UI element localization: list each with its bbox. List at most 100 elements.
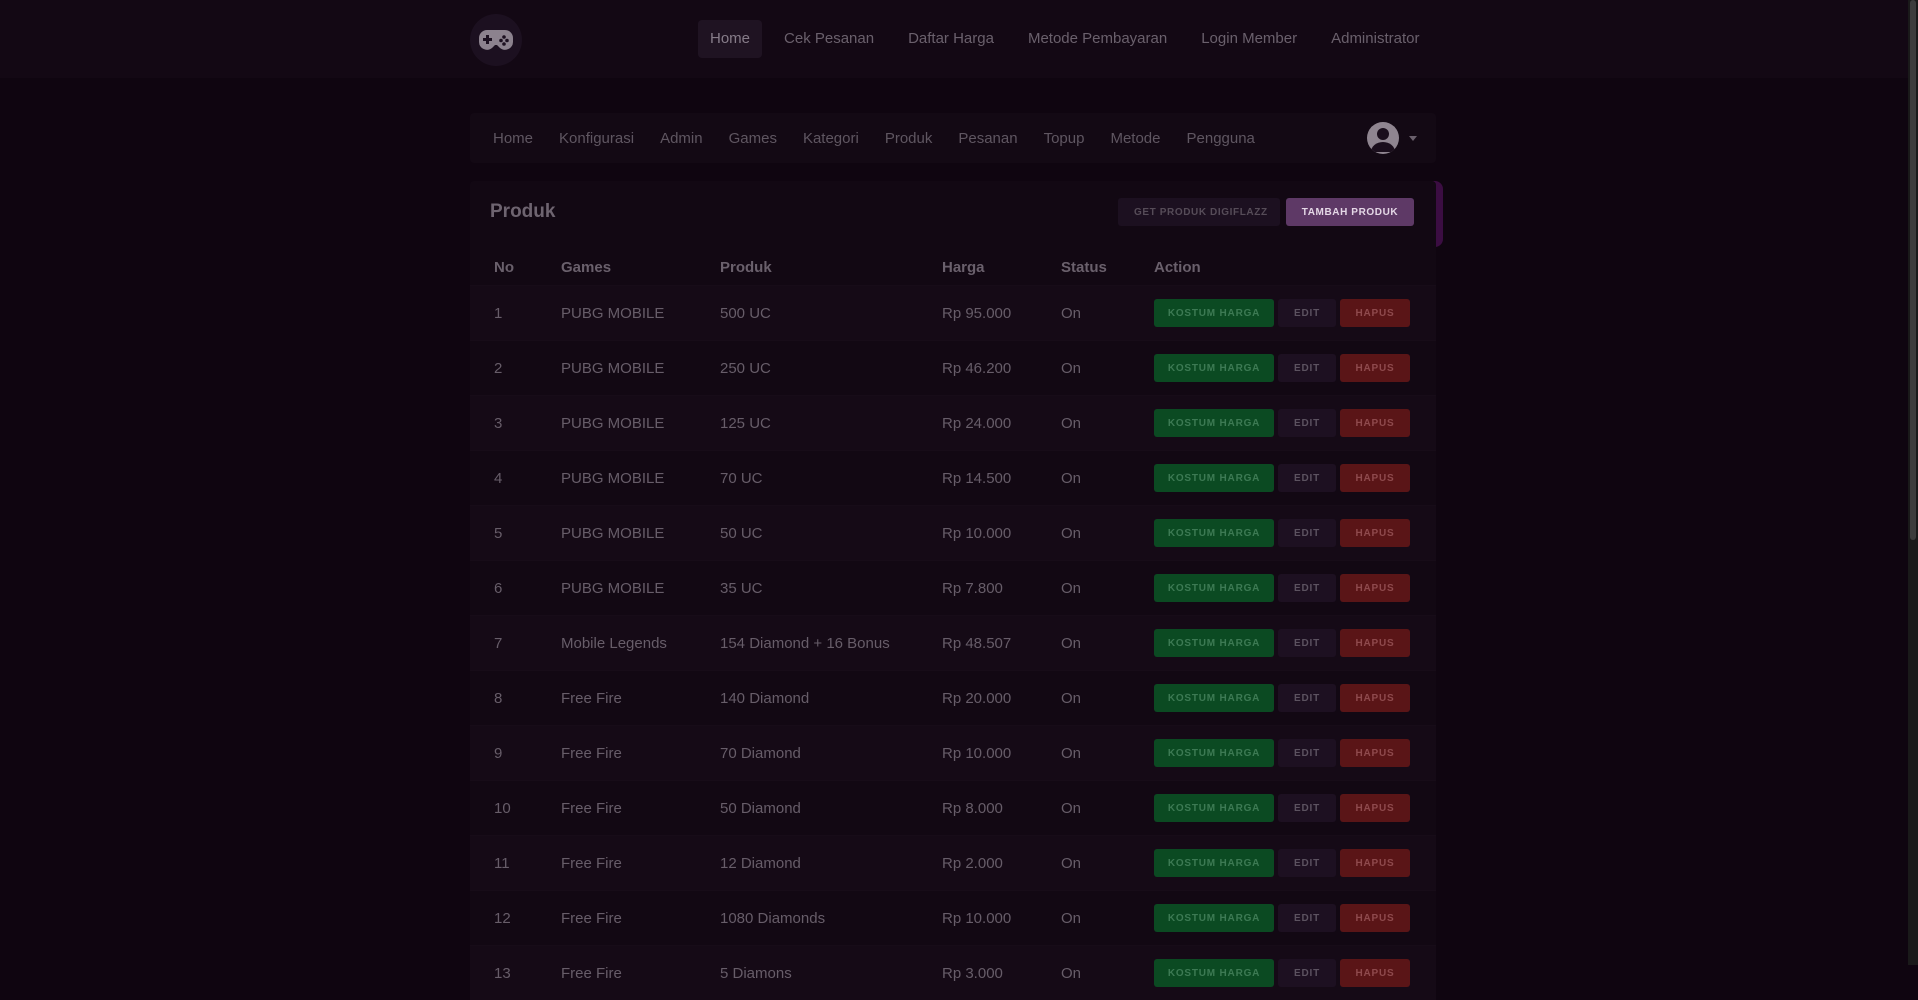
kostum-harga-button[interactable]: KOSTUM HARGA — [1154, 684, 1274, 712]
page-scrollbar-thumb[interactable] — [1910, 0, 1916, 540]
table-row: 12Free Fire1080 DiamondsRp 10.000OnKOSTU… — [470, 891, 1436, 946]
cell-game: PUBG MOBILE — [537, 286, 696, 341]
gamepad-icon — [478, 28, 514, 52]
top-navbar: Home Cek Pesanan Daftar Harga Metode Pem… — [0, 0, 1908, 78]
cell-no: 3 — [470, 396, 537, 451]
cell-no: 13 — [470, 946, 537, 1000]
hapus-button[interactable]: HAPUS — [1340, 574, 1410, 602]
cell-status: On — [1037, 836, 1130, 891]
hapus-button[interactable]: HAPUS — [1340, 519, 1410, 547]
hapus-button[interactable]: HAPUS — [1340, 959, 1410, 987]
subnav-produk[interactable]: Produk — [872, 130, 946, 147]
subnav-admin[interactable]: Admin — [647, 130, 716, 147]
hapus-button[interactable]: HAPUS — [1340, 904, 1410, 932]
cell-harga: Rp 48.507 — [918, 616, 1037, 671]
edit-button[interactable]: EDIT — [1278, 519, 1336, 547]
table-header-row: No Games Produk Harga Status Action — [470, 249, 1436, 286]
hapus-button[interactable]: HAPUS — [1340, 299, 1410, 327]
kostum-harga-button[interactable]: KOSTUM HARGA — [1154, 409, 1274, 437]
header-produk: Produk — [696, 249, 918, 286]
subnav-pengguna[interactable]: Pengguna — [1174, 130, 1268, 147]
hapus-button[interactable]: HAPUS — [1340, 409, 1410, 437]
kostum-harga-button[interactable]: KOSTUM HARGA — [1154, 904, 1274, 932]
subnav-home[interactable]: Home — [480, 130, 546, 147]
subnav-games[interactable]: Games — [716, 130, 790, 147]
kostum-harga-button[interactable]: KOSTUM HARGA — [1154, 519, 1274, 547]
edit-button[interactable]: EDIT — [1278, 354, 1336, 382]
kostum-harga-button[interactable]: KOSTUM HARGA — [1154, 464, 1274, 492]
cell-no: 12 — [470, 891, 537, 946]
cell-action: KOSTUM HARGAEDITHAPUS — [1130, 891, 1436, 946]
cell-game: PUBG MOBILE — [537, 506, 696, 561]
table-row: 7Mobile Legends154 Diamond + 16 BonusRp … — [470, 616, 1436, 671]
site-logo[interactable] — [470, 14, 522, 66]
kostum-harga-button[interactable]: KOSTUM HARGA — [1154, 794, 1274, 822]
edit-button[interactable]: EDIT — [1278, 904, 1336, 932]
cell-status: On — [1037, 451, 1130, 506]
cell-status: On — [1037, 286, 1130, 341]
hapus-button[interactable]: HAPUS — [1340, 354, 1410, 382]
subnav-topup[interactable]: Topup — [1031, 130, 1098, 147]
user-menu-toggle[interactable] — [1367, 122, 1417, 154]
cell-game: Mobile Legends — [537, 616, 696, 671]
kostum-harga-button[interactable]: KOSTUM HARGA — [1154, 574, 1274, 602]
edit-button[interactable]: EDIT — [1278, 849, 1336, 877]
edit-button[interactable]: EDIT — [1278, 794, 1336, 822]
edit-button[interactable]: EDIT — [1278, 574, 1336, 602]
tambah-produk-button[interactable]: TAMBAH PRODUK — [1286, 198, 1414, 226]
edit-button[interactable]: EDIT — [1278, 629, 1336, 657]
cell-game: PUBG MOBILE — [537, 396, 696, 451]
subnav-konfigurasi[interactable]: Konfigurasi — [546, 130, 647, 147]
kostum-harga-button[interactable]: KOSTUM HARGA — [1154, 629, 1274, 657]
cell-harga: Rp 24.000 — [918, 396, 1037, 451]
kostum-harga-button[interactable]: KOSTUM HARGA — [1154, 299, 1274, 327]
hapus-button[interactable]: HAPUS — [1340, 849, 1410, 877]
hapus-button[interactable]: HAPUS — [1340, 794, 1410, 822]
hapus-button[interactable]: HAPUS — [1340, 464, 1410, 492]
cell-action: KOSTUM HARGAEDITHAPUS — [1130, 396, 1436, 451]
cell-produk: 1080 Diamonds — [696, 891, 918, 946]
edit-button[interactable]: EDIT — [1278, 959, 1336, 987]
table-row: 1PUBG MOBILE500 UCRp 95.000OnKOSTUM HARG… — [470, 286, 1436, 341]
cell-produk: 70 UC — [696, 451, 918, 506]
cell-produk: 5 Diamons — [696, 946, 918, 1000]
cell-status: On — [1037, 946, 1130, 1000]
table-row: 3PUBG MOBILE125 UCRp 24.000OnKOSTUM HARG… — [470, 396, 1436, 451]
hapus-button[interactable]: HAPUS — [1340, 629, 1410, 657]
subnav-metode[interactable]: Metode — [1097, 130, 1173, 147]
hapus-button[interactable]: HAPUS — [1340, 684, 1410, 712]
topnav-daftar-harga[interactable]: Daftar Harga — [896, 20, 1006, 58]
table-row: 10Free Fire50 DiamondRp 8.000OnKOSTUM HA… — [470, 781, 1436, 836]
edit-button[interactable]: EDIT — [1278, 739, 1336, 767]
edit-button[interactable]: EDIT — [1278, 464, 1336, 492]
topnav-login-member[interactable]: Login Member — [1189, 20, 1309, 58]
topnav-administrator[interactable]: Administrator — [1319, 20, 1431, 58]
kostum-harga-button[interactable]: KOSTUM HARGA — [1154, 739, 1274, 767]
cell-game: PUBG MOBILE — [537, 451, 696, 506]
cell-no: 1 — [470, 286, 537, 341]
kostum-harga-button[interactable]: KOSTUM HARGA — [1154, 354, 1274, 382]
edit-button[interactable]: EDIT — [1278, 299, 1336, 327]
hapus-button[interactable]: HAPUS — [1340, 739, 1410, 767]
topnav-cek-pesanan[interactable]: Cek Pesanan — [772, 20, 886, 58]
cell-action: KOSTUM HARGAEDITHAPUS — [1130, 451, 1436, 506]
edit-button[interactable]: EDIT — [1278, 409, 1336, 437]
cell-no: 8 — [470, 671, 537, 726]
topnav-metode-pembayaran[interactable]: Metode Pembayaran — [1016, 20, 1179, 58]
cell-action: KOSTUM HARGAEDITHAPUS — [1130, 836, 1436, 891]
get-produk-digiflazz-button[interactable]: GET PRODUK DIGIFLAZZ — [1118, 198, 1280, 226]
cell-no: 10 — [470, 781, 537, 836]
cell-produk: 35 UC — [696, 561, 918, 616]
cell-produk: 12 Diamond — [696, 836, 918, 891]
cell-produk: 70 Diamond — [696, 726, 918, 781]
subnav-kategori[interactable]: Kategori — [790, 130, 872, 147]
kostum-harga-button[interactable]: KOSTUM HARGA — [1154, 959, 1274, 987]
kostum-harga-button[interactable]: KOSTUM HARGA — [1154, 849, 1274, 877]
subnav-pesanan[interactable]: Pesanan — [945, 130, 1030, 147]
topnav-home[interactable]: Home — [698, 20, 762, 58]
edit-button[interactable]: EDIT — [1278, 684, 1336, 712]
table-row: 9Free Fire70 DiamondRp 10.000OnKOSTUM HA… — [470, 726, 1436, 781]
cell-game: Free Fire — [537, 891, 696, 946]
cell-harga: Rp 14.500 — [918, 451, 1037, 506]
admin-subnav: Home Konfigurasi Admin Games Kategori Pr… — [470, 113, 1436, 163]
